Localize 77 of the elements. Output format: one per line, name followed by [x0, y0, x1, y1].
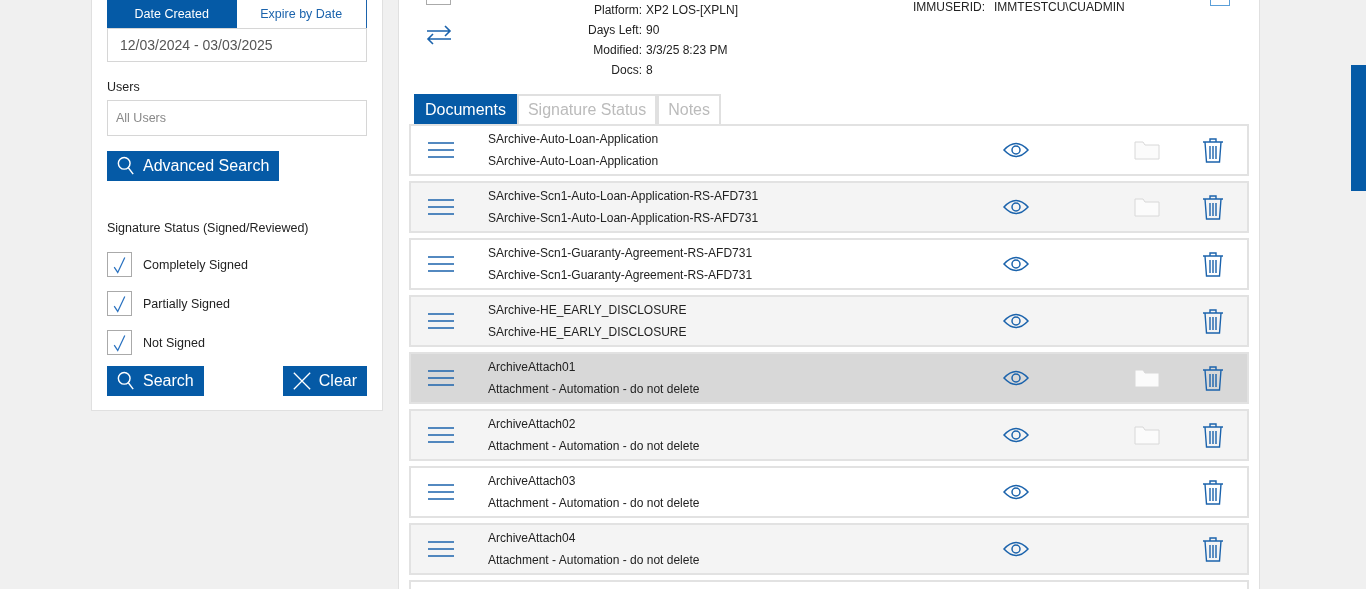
eye-icon[interactable]	[1003, 427, 1029, 443]
users-label: Users	[107, 80, 141, 94]
users-field[interactable]: All Users	[107, 100, 367, 136]
document-description: Attachment - Automation - do not delete	[488, 552, 701, 569]
document-name: SArchive-HE_EARLY_DISCLOSURE	[488, 302, 688, 319]
checkbox-label: Partially Signed	[143, 296, 230, 311]
field-label: IMMUSERID:	[913, 0, 986, 16]
menu-icon[interactable]	[428, 370, 454, 386]
menu-icon[interactable]	[428, 484, 454, 500]
close-icon	[292, 371, 311, 391]
field-label: Docs:	[610, 63, 643, 77]
menu-icon[interactable]	[428, 313, 454, 329]
document-name: ArchiveAttach02	[488, 416, 577, 433]
field-label: Days Left:	[586, 23, 643, 37]
trash-icon[interactable]	[1202, 308, 1224, 334]
checkbox[interactable]	[107, 330, 132, 355]
document-name: SArchive-Scn1-Auto-Loan-Application-RS-AFD731	[488, 188, 760, 205]
search-icon	[117, 156, 135, 176]
document-description: SArchive-Scn1-Auto-Loan-Application-RS-AFD731	[488, 210, 760, 227]
document-description: Attachment - Automation - do not delete	[488, 381, 701, 398]
field-value: 8	[646, 63, 653, 77]
field-value: 3/3/25 8:23 PM	[646, 43, 728, 57]
field-value: IMMTESTCU\CUADMIN	[994, 0, 1125, 16]
document-description: SArchive-Auto-Loan-Application	[488, 153, 660, 170]
document-name: ArchiveAttach03	[488, 473, 577, 490]
document-name: ArchiveAttach01	[488, 359, 577, 376]
trash-icon[interactable]	[1202, 479, 1224, 505]
document-name: SArchive-Scn1-Guaranty-Agreement-RS-AFD731	[488, 245, 754, 262]
document-row[interactable]: ArchiveAttach03 Attachment - Automation - do not delete	[409, 466, 1249, 518]
menu-icon[interactable]	[428, 541, 454, 557]
field-label: Modified:	[592, 43, 643, 57]
eye-icon[interactable]	[1003, 199, 1029, 215]
eye-icon[interactable]	[1003, 313, 1029, 329]
menu-icon[interactable]	[428, 256, 454, 272]
menu-icon[interactable]	[428, 142, 454, 158]
document-description: SArchive-Scn1-Guaranty-Agreement-RS-AFD731	[488, 267, 754, 284]
eye-icon[interactable]	[1003, 541, 1029, 557]
eye-icon[interactable]	[1003, 142, 1029, 158]
field-value: 90	[646, 23, 660, 37]
trash-icon[interactable]	[1202, 422, 1224, 448]
document-row[interactable]: ArchiveAttach01 Attachment - Automation - do not delete	[409, 352, 1249, 404]
trash-icon[interactable]	[1202, 137, 1224, 163]
document-row[interactable]: SArchive-Auto-Loan-Application SArchive-Auto-Loan-Application	[409, 124, 1249, 176]
date-tab[interactable]: Date Created	[107, 0, 237, 28]
trash-icon[interactable]	[1202, 194, 1224, 220]
document-description: SArchive-HE_EARLY_DISCLOSURE	[488, 324, 688, 341]
checkbox-label: Not Signed	[143, 335, 205, 350]
eye-icon[interactable]	[1003, 370, 1029, 386]
document-row[interactable]: ArchiveAttach02 Attachment - Automation - do not delete	[409, 409, 1249, 461]
search-icon	[117, 371, 135, 391]
swap-icon[interactable]	[426, 25, 452, 45]
date-range-field[interactable]: 12/03/2024 - 03/03/2025	[107, 28, 367, 62]
advanced-search-button[interactable]: Advanced Search	[107, 151, 280, 181]
checkbox-label: Completely Signed	[143, 257, 248, 272]
trash-icon[interactable]	[1202, 536, 1224, 562]
trash-icon[interactable]	[1202, 251, 1224, 277]
checkbox[interactable]	[107, 252, 132, 277]
menu-icon[interactable]	[428, 199, 454, 215]
checkbox[interactable]	[107, 291, 132, 316]
field-label: Platform:	[593, 3, 643, 17]
eye-icon[interactable]	[1003, 256, 1029, 272]
field-value: XP2 LOS-[XPLN]	[646, 3, 739, 17]
signature-status-label: Signature Status (Signed/Reviewed)	[107, 221, 310, 235]
document-description: Attachment - Automation - do not delete	[488, 438, 701, 455]
document-row[interactable]: SArchive-HE_EARLY_DISCLOSURE SArchive-HE_EARLY_DISCLOSURE	[409, 295, 1249, 347]
document-row[interactable]: ArchiveAttach04 Attachment - Automation - do not delete	[409, 523, 1249, 575]
document-row[interactable]: SArchive-Scn1-Auto-Loan-Application-RS-AFD731 SArchive-Scn1-Auto-Loan-Application-RS-AFD731	[409, 181, 1249, 233]
tab[interactable]: Documents	[414, 94, 517, 124]
clear-button[interactable]: Clear	[282, 366, 367, 396]
trash-icon[interactable]	[1202, 365, 1224, 391]
eye-icon[interactable]	[1003, 484, 1029, 500]
search-button[interactable]: Search	[107, 366, 204, 396]
document-row[interactable]: SArchive-Scn1-Guaranty-Agreement-RS-AFD731 SArchive-Scn1-Guaranty-Agreement-RS-AFD731	[409, 238, 1249, 290]
document-description: Attachment - Automation - do not delete	[488, 495, 701, 512]
document-name: ArchiveAttach04	[488, 530, 577, 547]
document-name: SArchive-Auto-Loan-Application	[488, 131, 660, 148]
menu-icon[interactable]	[428, 427, 454, 443]
